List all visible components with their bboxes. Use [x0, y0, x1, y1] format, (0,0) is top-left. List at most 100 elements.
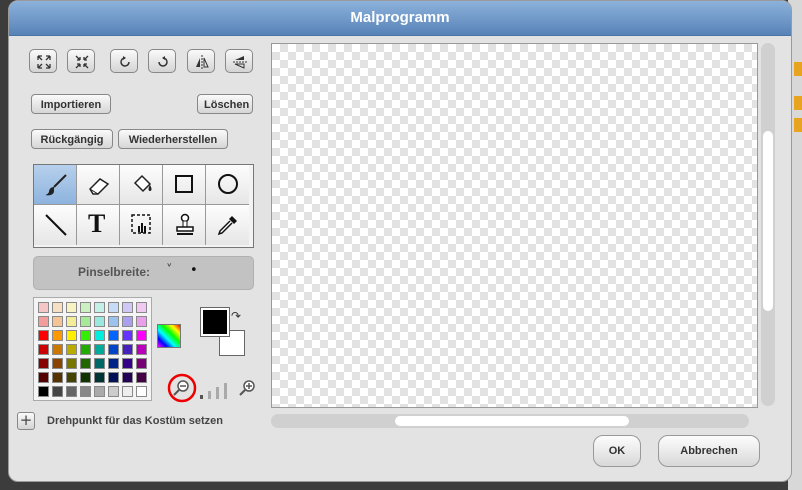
color-swatch[interactable] [66, 386, 77, 397]
color-swatch[interactable] [108, 358, 119, 369]
color-swatch[interactable] [66, 372, 77, 383]
zoom-level-bar[interactable] [208, 391, 211, 399]
zoom-level-bar[interactable] [200, 395, 203, 399]
color-swatch[interactable] [136, 330, 147, 341]
undo-button[interactable]: Rückgängig [31, 129, 113, 149]
color-swatch[interactable] [38, 358, 49, 369]
color-swatch[interactable] [136, 372, 147, 383]
color-swatch[interactable] [38, 302, 49, 313]
zoom-level-bar[interactable] [224, 383, 227, 399]
select-tool[interactable] [120, 205, 163, 245]
ok-button[interactable]: OK [593, 435, 641, 467]
color-swatch[interactable] [94, 316, 105, 327]
color-swatch[interactable] [80, 344, 91, 355]
color-swatch[interactable] [66, 316, 77, 327]
color-swatch[interactable] [108, 330, 119, 341]
color-swatch[interactable] [136, 316, 147, 327]
color-spectrum-button[interactable] [157, 324, 181, 348]
color-swatch[interactable] [94, 358, 105, 369]
set-pivot-button[interactable]: + [17, 412, 35, 430]
grow-button[interactable] [29, 49, 57, 73]
color-swatch[interactable] [80, 372, 91, 383]
eraser-tool[interactable] [77, 165, 120, 205]
text-tool-glyph: T [88, 209, 106, 238]
color-swatch[interactable] [122, 330, 133, 341]
color-swatch[interactable] [52, 358, 63, 369]
eraser-icon [89, 178, 110, 195]
color-swatch[interactable] [52, 386, 63, 397]
color-swatch[interactable] [122, 386, 133, 397]
title-bar[interactable]: Malprogramm [9, 1, 791, 36]
paintbrush-tool[interactable] [34, 165, 77, 205]
color-swatch[interactable] [136, 302, 147, 313]
color-swatch[interactable] [122, 372, 133, 383]
shrink-button[interactable] [67, 49, 95, 73]
color-swatch[interactable] [94, 386, 105, 397]
color-swatch[interactable] [52, 330, 63, 341]
color-swatch[interactable] [66, 358, 77, 369]
color-swatch[interactable] [38, 372, 49, 383]
color-swatch[interactable] [80, 330, 91, 341]
swap-colors-icon[interactable]: ↷ [231, 309, 241, 323]
cancel-button[interactable]: Abbrechen [658, 435, 760, 467]
color-swatch[interactable] [94, 330, 105, 341]
color-swatch[interactable] [52, 316, 63, 327]
drawing-canvas[interactable] [271, 43, 758, 408]
ellipse-tool[interactable] [206, 165, 249, 205]
clear-button[interactable]: Löschen [197, 94, 253, 114]
flip-horizontal-button[interactable] [187, 49, 215, 73]
color-swatch[interactable] [66, 344, 77, 355]
color-swatch[interactable] [136, 344, 147, 355]
rectangle-tool[interactable] [163, 165, 206, 205]
vertical-scroll-thumb[interactable] [763, 131, 773, 311]
color-swatch[interactable] [136, 358, 147, 369]
color-swatch[interactable] [38, 316, 49, 327]
color-swatch[interactable] [52, 344, 63, 355]
foreground-color-swatch[interactable] [200, 307, 230, 337]
rotate-right-button[interactable] [148, 49, 176, 73]
color-swatch[interactable] [108, 372, 119, 383]
import-button[interactable]: Importieren [31, 94, 111, 114]
color-swatch[interactable] [108, 386, 119, 397]
color-swatch[interactable] [122, 344, 133, 355]
color-swatch[interactable] [108, 302, 119, 313]
color-swatch[interactable] [66, 330, 77, 341]
color-swatch[interactable] [38, 330, 49, 341]
horizontal-scrollbar[interactable] [271, 414, 749, 428]
color-swatch[interactable] [108, 316, 119, 327]
color-swatch[interactable] [80, 316, 91, 327]
flip-vertical-button[interactable] [225, 49, 253, 73]
eyedropper-tool[interactable] [206, 205, 249, 245]
color-swatch[interactable] [66, 302, 77, 313]
color-swatch[interactable] [122, 302, 133, 313]
chevron-down-icon[interactable]: ˅ [166, 263, 173, 278]
zoom-level-bars[interactable] [200, 383, 227, 399]
color-swatch[interactable] [108, 344, 119, 355]
line-tool[interactable] [34, 205, 77, 245]
color-swatch[interactable] [80, 386, 91, 397]
color-swatch[interactable] [38, 386, 49, 397]
brush-size-dot: • [190, 263, 198, 278]
color-swatch[interactable] [52, 302, 63, 313]
zoom-out-icon[interactable] [173, 380, 189, 396]
fill-bucket-tool[interactable] [120, 165, 163, 205]
zoom-in-icon[interactable] [239, 380, 255, 396]
color-swatch[interactable] [80, 302, 91, 313]
color-swatch[interactable] [52, 372, 63, 383]
color-swatch[interactable] [94, 302, 105, 313]
color-swatch[interactable] [122, 358, 133, 369]
stamp-tool[interactable] [163, 205, 206, 245]
color-swatch[interactable] [38, 344, 49, 355]
color-swatch[interactable] [94, 372, 105, 383]
zoom-level-bar[interactable] [216, 387, 219, 399]
horizontal-scroll-thumb[interactable] [395, 416, 629, 426]
redo-button[interactable]: Wiederherstellen [118, 129, 228, 149]
color-swatch[interactable] [122, 316, 133, 327]
color-swatch[interactable] [80, 358, 91, 369]
rotate-left-button[interactable] [110, 49, 138, 73]
text-tool[interactable]: T [77, 205, 120, 245]
brush-size-selector[interactable]: Pinselbreite: ˅ • [33, 256, 254, 290]
color-swatch[interactable] [136, 386, 147, 397]
vertical-scrollbar[interactable] [761, 43, 775, 406]
color-swatch[interactable] [94, 344, 105, 355]
